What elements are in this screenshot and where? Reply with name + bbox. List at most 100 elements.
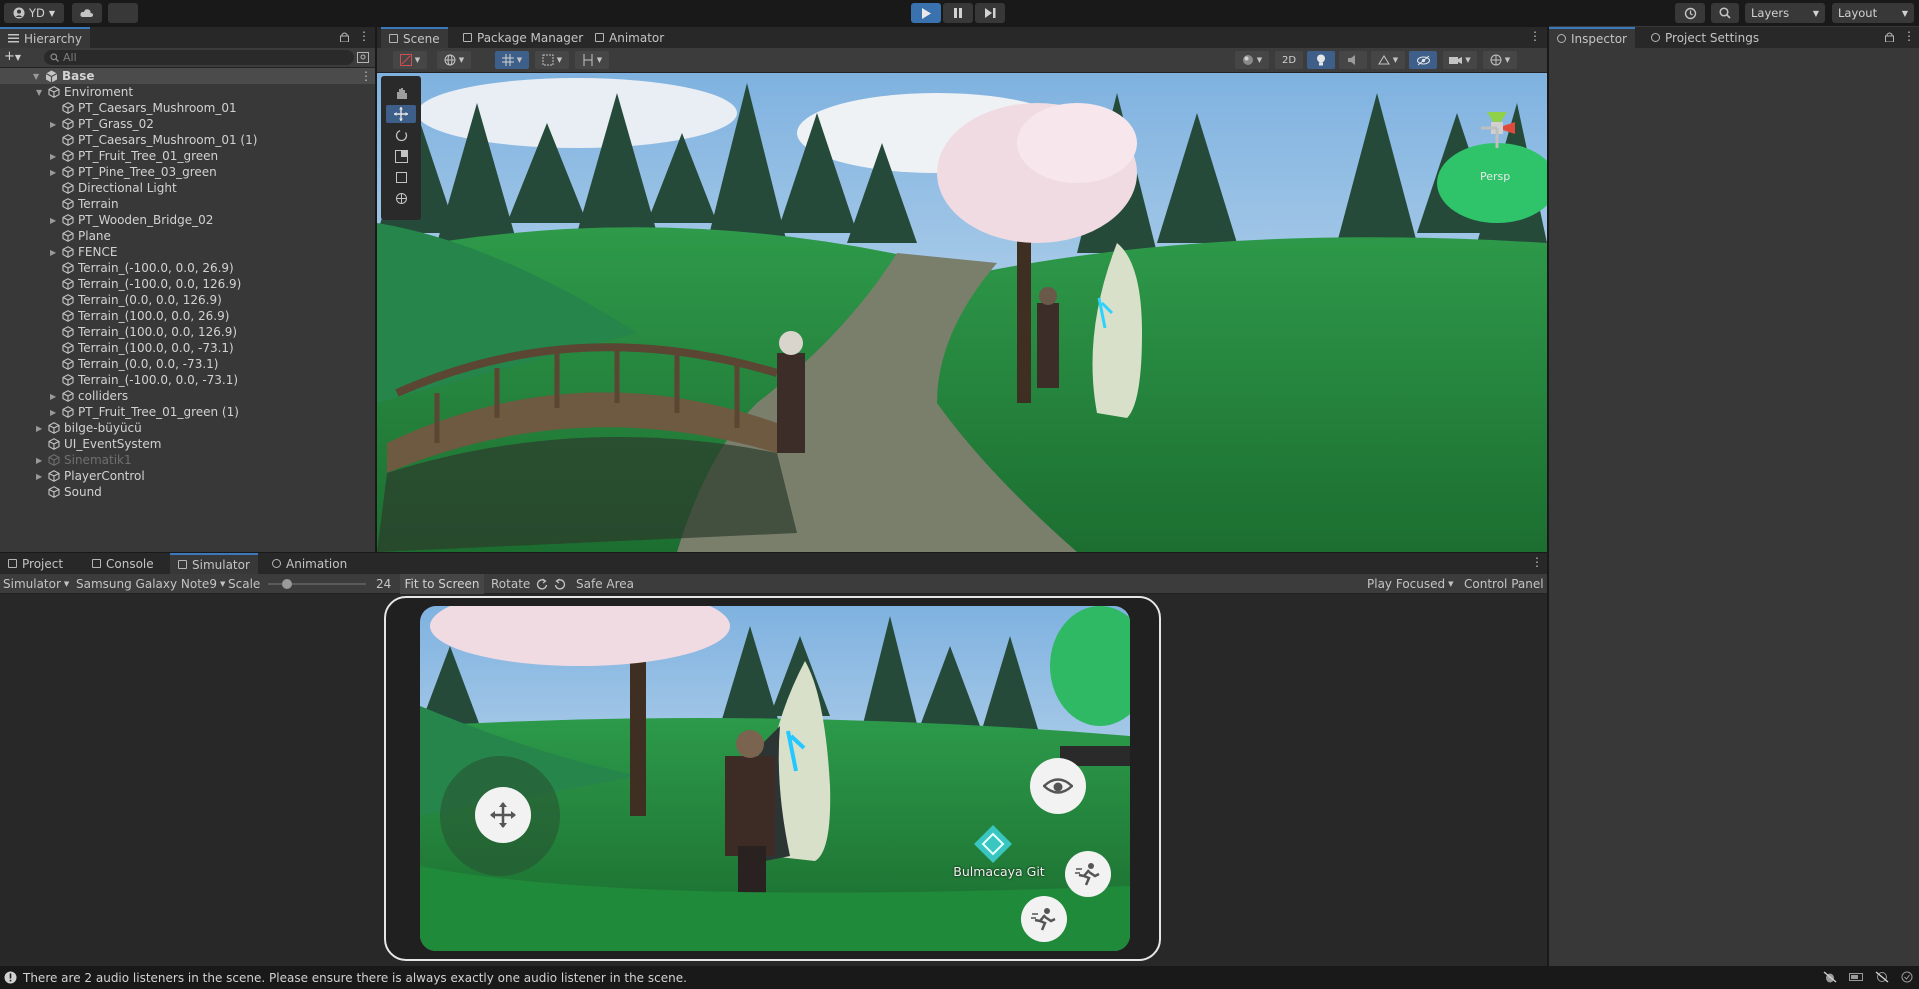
hierarchy-item[interactable]: ▶ PT_Pine_Tree_03_green xyxy=(50,164,217,180)
device-screen[interactable]: Bulmacaya Git xyxy=(420,606,1130,951)
tab-inspector[interactable]: Inspector xyxy=(1549,27,1635,48)
more-menu-icon[interactable]: ⋮ xyxy=(1903,30,1915,42)
rect-tool[interactable] xyxy=(386,168,416,186)
safe-area-toggle[interactable]: Safe Area xyxy=(576,574,634,594)
tab-console[interactable]: Console xyxy=(84,553,162,574)
network-off-icon[interactable] xyxy=(1875,971,1889,983)
more-menu-icon[interactable]: ⋮ xyxy=(360,69,372,83)
chevron-right-icon[interactable]: ▶ xyxy=(36,424,44,433)
tab-project-settings[interactable]: Project Settings xyxy=(1643,27,1767,48)
hierarchy-item[interactable]: Terrain xyxy=(50,196,119,212)
toggle-2d-button[interactable]: 2D xyxy=(1275,51,1303,69)
play-focused-dropdown[interactable]: Play Focused ▼ xyxy=(1367,574,1454,594)
more-menu-icon[interactable]: ⋮ xyxy=(1529,30,1541,42)
dash-button[interactable] xyxy=(1021,896,1067,942)
search-button[interactable] xyxy=(1711,3,1739,23)
hierarchy-root[interactable]: ▼ Base ⋮ xyxy=(0,68,375,84)
chevron-right-icon[interactable]: ▶ xyxy=(36,472,44,481)
snap-settings-button[interactable]: ▼ xyxy=(575,51,609,69)
hierarchy-item[interactable]: Terrain_(-100.0, 0.0, 126.9) xyxy=(50,276,241,292)
history-button[interactable] xyxy=(1675,3,1705,23)
chevron-right-icon[interactable]: ▶ xyxy=(50,216,58,225)
hierarchy-item[interactable]: Sound xyxy=(36,484,102,500)
shading-mode-dropdown[interactable]: ▼ xyxy=(1235,51,1269,69)
chevron-right-icon[interactable]: ▶ xyxy=(50,168,58,177)
hierarchy-item[interactable]: Plane xyxy=(50,228,111,244)
hierarchy-item[interactable]: PT_Caesars_Mushroom_01 (1) xyxy=(50,132,257,148)
progress-icon[interactable] xyxy=(1849,971,1863,983)
status-message[interactable]: There are 2 audio listeners in the scene… xyxy=(23,971,687,985)
hierarchy-item[interactable]: Terrain_(-100.0, 0.0, 26.9) xyxy=(50,260,234,276)
increment-snap-button[interactable]: ▼ xyxy=(535,51,569,69)
chevron-right-icon[interactable]: ▶ xyxy=(36,456,44,465)
pause-button[interactable] xyxy=(943,3,973,23)
step-button[interactable] xyxy=(975,3,1005,23)
hierarchy-item[interactable]: ▼ Enviroment xyxy=(36,84,133,100)
collab-button[interactable] xyxy=(108,3,138,23)
layout-dropdown[interactable]: Layout ▼ xyxy=(1832,3,1914,23)
more-menu-icon[interactable]: ⋮ xyxy=(1531,556,1543,568)
camera-dropdown[interactable]: ▼ xyxy=(1443,51,1477,69)
scale-slider-thumb[interactable] xyxy=(282,579,292,589)
hierarchy-item[interactable]: UI_EventSystem xyxy=(36,436,161,452)
hierarchy-item[interactable]: Terrain_(100.0, 0.0, 126.9) xyxy=(50,324,237,340)
global-local-dropdown[interactable]: ▼ xyxy=(437,51,471,69)
chevron-right-icon[interactable]: ▶ xyxy=(50,152,58,161)
draw-mode-dropdown[interactable]: ▼ xyxy=(393,51,427,69)
tab-simulator[interactable]: Simulator xyxy=(170,553,258,574)
check-circle-icon[interactable] xyxy=(1901,971,1913,983)
rotate-tool[interactable] xyxy=(386,126,416,144)
scale-tool[interactable] xyxy=(386,147,416,165)
hierarchy-item[interactable]: ▶ PT_Grass_02 xyxy=(50,116,154,132)
cloud-button[interactable] xyxy=(72,3,102,23)
tab-package-manager[interactable]: Package Manager xyxy=(455,27,591,48)
hierarchy-item[interactable]: ▶ FENCE xyxy=(50,244,117,260)
chevron-right-icon[interactable]: ▶ xyxy=(50,120,58,129)
hierarchy-item[interactable]: PT_Caesars_Mushroom_01 xyxy=(50,100,237,116)
hierarchy-item[interactable]: Terrain_(100.0, 0.0, -73.1) xyxy=(50,340,234,356)
scene-search-icon[interactable] xyxy=(357,52,369,63)
play-button[interactable] xyxy=(911,3,941,23)
layers-dropdown[interactable]: Layers ▼ xyxy=(1745,3,1825,23)
rotate-right-icon[interactable] xyxy=(554,578,566,590)
hierarchy-item[interactable]: Terrain_(0.0, 0.0, -73.1) xyxy=(50,356,218,372)
chevron-right-icon[interactable]: ▶ xyxy=(50,408,58,417)
bug-off-icon[interactable] xyxy=(1823,971,1837,983)
hierarchy-item[interactable]: ▶ PT_Fruit_Tree_01_green xyxy=(50,148,218,164)
transform-tool[interactable] xyxy=(386,189,416,207)
tab-animator[interactable]: Animator xyxy=(587,27,672,48)
hand-tool[interactable] xyxy=(386,84,416,102)
more-menu-icon[interactable]: ⋮ xyxy=(358,30,370,42)
hierarchy-item[interactable]: ▶ Sinematik1 xyxy=(36,452,132,468)
hierarchy-item[interactable]: Terrain_(-100.0, 0.0, -73.1) xyxy=(50,372,238,388)
lock-icon[interactable] xyxy=(1885,32,1894,42)
hierarchy-item[interactable]: ▶ PT_Wooden_Bridge_02 xyxy=(50,212,213,228)
tab-hierarchy[interactable]: Hierarchy xyxy=(0,27,91,48)
look-button[interactable] xyxy=(1030,758,1086,814)
lock-icon[interactable] xyxy=(340,32,349,42)
sprint-button[interactable] xyxy=(1065,851,1111,897)
add-button[interactable]: +▼ xyxy=(4,50,21,65)
chevron-down-icon[interactable]: ▼ xyxy=(36,88,44,97)
puzzle-marker[interactable] xyxy=(973,824,1013,864)
hierarchy-item[interactable]: Terrain_(100.0, 0.0, 26.9) xyxy=(50,308,229,324)
hierarchy-item[interactable]: ▶ bilge-büyücü xyxy=(36,420,142,436)
scene-viewport[interactable]: Persp xyxy=(377,73,1547,552)
hierarchy-item[interactable]: ▶ colliders xyxy=(50,388,128,404)
tab-animation[interactable]: Animation xyxy=(264,553,355,574)
device-dropdown[interactable]: Samsung Galaxy Note9 ▼ xyxy=(76,574,225,594)
tab-project[interactable]: Project xyxy=(0,553,71,574)
tab-scene[interactable]: Scene xyxy=(381,27,448,48)
effects-dropdown[interactable]: ▼ xyxy=(1371,51,1405,69)
control-panel-button[interactable]: Control Panel xyxy=(1464,574,1544,594)
lighting-toggle[interactable] xyxy=(1307,51,1335,69)
hierarchy-item[interactable]: Terrain_(0.0, 0.0, 126.9) xyxy=(50,292,222,308)
hierarchy-item[interactable]: ▶ PlayerControl xyxy=(36,468,145,484)
move-tool[interactable] xyxy=(386,105,416,123)
chevron-right-icon[interactable]: ▶ xyxy=(50,248,58,257)
joystick-handle[interactable] xyxy=(475,787,531,843)
hierarchy-item[interactable]: ▶ PT_Fruit_Tree_01_green (1) xyxy=(50,404,239,420)
grid-snapping-button[interactable]: ▼ xyxy=(495,51,529,69)
search-input[interactable]: All xyxy=(44,50,354,65)
chevron-right-icon[interactable]: ▶ xyxy=(50,392,58,401)
